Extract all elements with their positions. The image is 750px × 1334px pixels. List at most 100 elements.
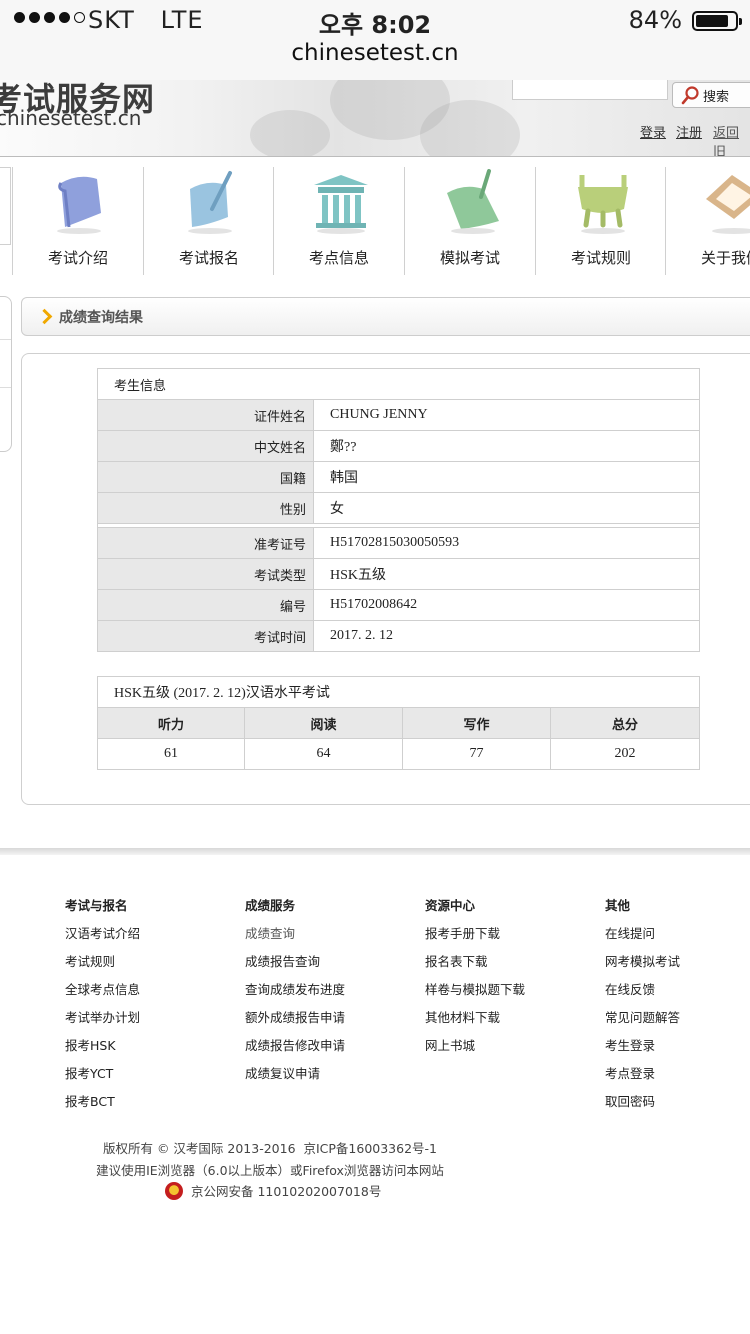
- table-row: 编号 H51702008642: [97, 589, 700, 621]
- footer-link[interactable]: 在线提问: [605, 925, 745, 953]
- result-section-header: 成绩查询结果: [21, 297, 750, 336]
- search-button-label: 搜索: [703, 89, 730, 105]
- column-header: 阅读: [244, 707, 403, 739]
- footer-link[interactable]: 其他材料下载: [425, 1009, 605, 1037]
- footer-link[interactable]: 全球考点信息: [65, 981, 245, 1009]
- footer-column-title: 成绩服务: [245, 898, 296, 913]
- column-header: 听力: [97, 707, 245, 739]
- score-table: HSK五级 (2017. 2. 12)汉语水平考试 听力 阅读 写作 总分 61…: [97, 676, 700, 770]
- footer-link[interactable]: 网考模拟考试: [605, 953, 745, 981]
- footer-column-scores: 成绩服务 成绩查询 成绩报告查询 查询成绩发布进度 额外成绩报告申请 成绩报告修…: [245, 897, 425, 1093]
- footer-link[interactable]: 汉语考试介绍: [65, 925, 245, 953]
- footer-link[interactable]: 成绩查询: [245, 925, 425, 953]
- field-label: 准考证号: [97, 527, 314, 559]
- register-link[interactable]: 注册: [676, 122, 702, 141]
- nav-item-label: 考试报名: [178, 249, 239, 267]
- field-label: 编号: [97, 589, 314, 621]
- field-value: H51702815030050593: [313, 527, 700, 559]
- footer-link[interactable]: 报名表下载: [425, 953, 605, 981]
- scroll-icon: [57, 176, 101, 234]
- nav-item-label: 考试介绍: [47, 249, 108, 267]
- table-header-row: 听力 阅读 写作 总分: [97, 707, 700, 739]
- footer-link[interactable]: 考点登录: [605, 1065, 745, 1093]
- field-value: H51702008642: [313, 589, 700, 621]
- copyright-text: 版权所有 © 汉考国际 2013-2016 京ICP备16003362号-1: [102, 1141, 438, 1156]
- footer-link[interactable]: 成绩复议申请: [245, 1065, 425, 1093]
- footer-column-title: 其他: [605, 898, 631, 913]
- footer-link[interactable]: 报考YCT: [65, 1065, 245, 1093]
- table-row: 61 64 77 202: [97, 738, 700, 770]
- footer-column-title: 考试与报名: [65, 898, 128, 913]
- field-label: 考试类型: [97, 558, 314, 590]
- frame-icon: [706, 175, 750, 234]
- footer-divider: [0, 848, 750, 855]
- footer-link[interactable]: 考生登录: [605, 1037, 745, 1065]
- paper-icon: [447, 169, 499, 234]
- footer-column-title: 资源中心: [425, 898, 476, 913]
- footer-link[interactable]: 常见问题解答: [605, 1009, 745, 1037]
- police-record-text[interactable]: 京公网安备 11010202007018号: [191, 1181, 381, 1200]
- total-score: 202: [550, 738, 700, 770]
- footer-link[interactable]: 报考BCT: [65, 1093, 245, 1121]
- footer-column-exam: 考试与报名 汉语考试介绍 考试规则 全球考点信息 考试举办计划 报考HSK 报考…: [65, 897, 245, 1121]
- field-value: 女: [313, 492, 700, 524]
- search-button[interactable]: 搜索: [672, 82, 750, 108]
- footer-link[interactable]: 查询成绩发布进度: [245, 981, 425, 1009]
- reading-score: 64: [244, 738, 403, 770]
- footer-link[interactable]: 成绩报告查询: [245, 953, 425, 981]
- field-label: 性别: [97, 492, 314, 524]
- nav-item-exam-intro[interactable]: 考试介绍: [13, 169, 143, 275]
- footer-link[interactable]: 取回密码: [605, 1093, 745, 1121]
- field-value: 韩国: [313, 461, 700, 493]
- side-menu-tab[interactable]: [0, 296, 12, 452]
- footer-link[interactable]: 成绩报告修改申请: [245, 1037, 425, 1065]
- table-row: 证件姓名 CHUNG JENNY: [97, 399, 700, 431]
- column-header: 总分: [550, 707, 700, 739]
- nav-item-label: 考点信息: [308, 249, 369, 267]
- nav-item-exam-register[interactable]: 考试报名: [144, 169, 274, 275]
- footer-link[interactable]: 在线反馈: [605, 981, 745, 1009]
- candidate-info-table: 考生信息 证件姓名 CHUNG JENNY 中文姓名 鄭?? 国籍 韩国 性别 …: [97, 368, 700, 652]
- police-record: 京公网安备 11010202007018号: [165, 1181, 381, 1200]
- field-value: HSK五级: [313, 558, 700, 590]
- nav-item-about-us[interactable]: 关于我们: [666, 169, 750, 275]
- column-header: 写作: [402, 707, 551, 739]
- footer-link[interactable]: 考试规则: [65, 953, 245, 981]
- register-icon: [188, 171, 232, 234]
- table-row: 国籍 韩国: [97, 461, 700, 493]
- footer-link[interactable]: 报考手册下载: [425, 925, 605, 953]
- nav-item-label: 考试规则: [570, 249, 631, 267]
- footer-link[interactable]: 网上书城: [425, 1037, 605, 1065]
- site-banner: 考试服务网 chinesetest.cn 搜索 登录 注册 返回旧: [0, 80, 750, 157]
- candidate-info-heading: 考生信息: [97, 368, 700, 400]
- table-row: 性别 女: [97, 492, 700, 524]
- login-link[interactable]: 登录: [640, 122, 666, 141]
- return-old-version-link[interactable]: 返回旧: [713, 122, 750, 156]
- browser-top-bar: SKT LTE 오후 8:02 84% chinesetest.cn: [0, 0, 750, 81]
- footer-link[interactable]: 额外成绩报告申请: [245, 1009, 425, 1037]
- cauldron-icon: [578, 175, 628, 234]
- listening-score: 61: [97, 738, 245, 770]
- result-section-title: 成绩查询结果: [59, 310, 143, 326]
- address-bar-url[interactable]: chinesetest.cn: [0, 40, 750, 66]
- nav-item-test-centers[interactable]: 考点信息: [274, 169, 404, 275]
- writing-score: 77: [402, 738, 551, 770]
- field-label: 考试时间: [97, 620, 314, 652]
- nav-item-exam-rules[interactable]: 考试规则: [536, 169, 666, 275]
- field-label: 中文姓名: [97, 430, 314, 462]
- footer-column-other: 其他 在线提问 网考模拟考试 在线反馈 常见问题解答 考生登录 考点登录 取回密…: [605, 897, 745, 1121]
- battery-percent: 84%: [628, 6, 682, 34]
- footer-link[interactable]: 样卷与模拟题下载: [425, 981, 605, 1009]
- footer-link[interactable]: 考试举办计划: [65, 1009, 245, 1037]
- field-value: CHUNG JENNY: [313, 399, 700, 431]
- field-value: 2017. 2. 12: [313, 620, 700, 652]
- nav-item-mock-exam[interactable]: 模拟考试: [405, 169, 535, 275]
- browser-note: 建议使用IE浏览器（6.0以上版本）或Firefox浏览器访问本网站: [96, 1163, 444, 1178]
- table-row: 中文姓名 鄭??: [97, 430, 700, 462]
- field-label: 国籍: [97, 461, 314, 493]
- field-label: 证件姓名: [97, 399, 314, 431]
- battery-icon: [692, 11, 742, 31]
- search-input[interactable]: [512, 80, 668, 100]
- footer-link[interactable]: 报考HSK: [65, 1037, 245, 1065]
- main-nav: 考试介绍 考试报名 考点信息 模拟考试 考试规则 关于我: [0, 157, 750, 282]
